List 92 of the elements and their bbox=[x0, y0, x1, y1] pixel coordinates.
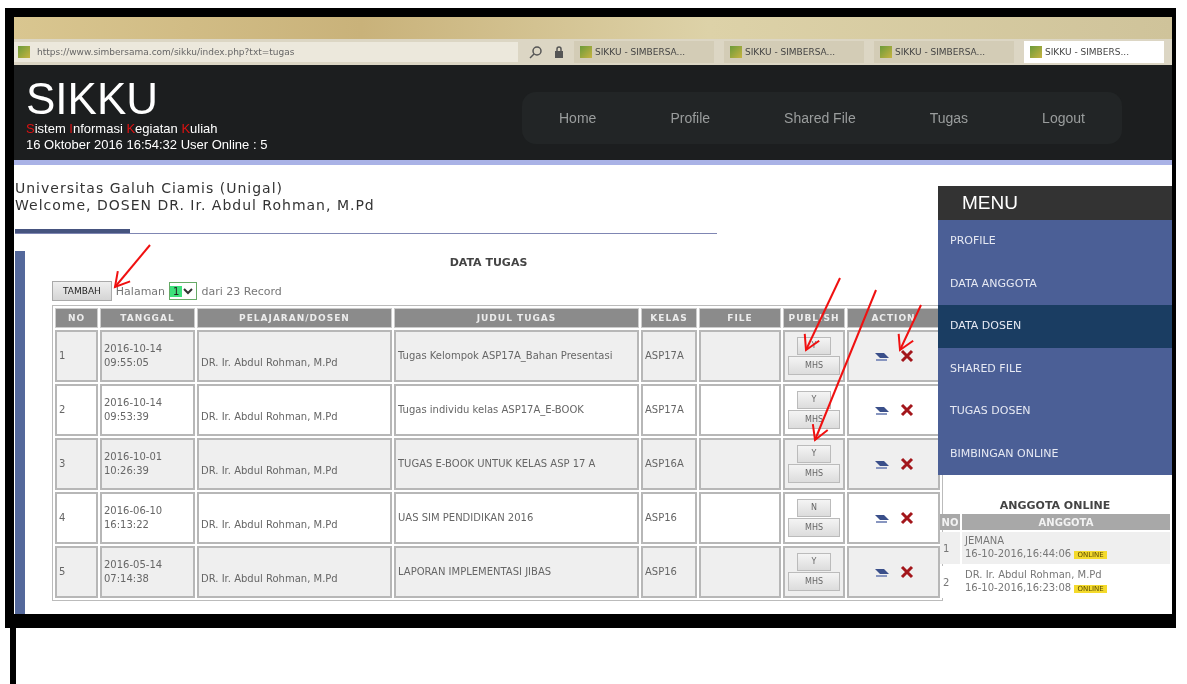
table-cell: 2016-05-14 07:14:38 bbox=[100, 546, 195, 598]
browser-tab[interactable]: SIKKU - SIMBERSA... bbox=[874, 41, 1014, 63]
nav-link[interactable]: Tugas bbox=[929, 110, 969, 126]
publish-button[interactable]: Y bbox=[797, 391, 831, 409]
column-header: NO bbox=[55, 308, 98, 328]
edit-icon[interactable] bbox=[873, 512, 890, 524]
publish-button[interactable]: Y bbox=[797, 445, 831, 463]
table-cell: ASP17A bbox=[641, 330, 697, 382]
column-header: PELAJARAN/DOSEN bbox=[197, 308, 392, 328]
table-cell: ASP16 bbox=[641, 546, 697, 598]
nav-link[interactable]: Profile bbox=[670, 110, 711, 126]
search-icon[interactable] bbox=[528, 45, 544, 59]
table-cell: Tugas individu kelas ASP17A_E-BOOK bbox=[394, 384, 639, 436]
site-logo: SIKKU bbox=[26, 77, 160, 121]
column-header: ACTION bbox=[847, 308, 940, 328]
students-button[interactable]: MHS bbox=[788, 464, 840, 483]
table-cell: UAS SIM PENDIDIKAN 2016 bbox=[394, 492, 639, 544]
annotation-arrow bbox=[113, 244, 151, 289]
table-cell: LAPORAN IMPLEMENTASI JIBAS bbox=[394, 546, 639, 598]
menu-item[interactable]: TUGAS DOSEN bbox=[938, 390, 1172, 433]
table-cell: 2016-10-01 10:26:39 bbox=[100, 438, 195, 490]
table-cell: 2016-10-14 09:55:05 bbox=[100, 330, 195, 382]
table-cell: 2 bbox=[55, 384, 98, 436]
menu-item[interactable]: PROFILE bbox=[938, 220, 1172, 263]
site-tagline: Sistem Informasi Kegiatan Kuliah bbox=[26, 121, 219, 137]
publish-button[interactable]: Y bbox=[797, 553, 831, 571]
edit-icon[interactable] bbox=[873, 404, 890, 416]
menu-item[interactable]: SHARED FILE bbox=[938, 347, 1172, 390]
students-button[interactable]: MHS bbox=[788, 572, 840, 591]
table-cell: DR. Ir. Abdul Rohman, M.Pd bbox=[197, 546, 392, 598]
login-time: 16-10-2016,16:44:06 bbox=[965, 548, 1072, 559]
table-title: DATA TUGAS bbox=[449, 256, 528, 271]
students-button[interactable]: MHS bbox=[788, 410, 840, 429]
edit-icon[interactable] bbox=[873, 566, 890, 578]
status-text: 16 Oktober 2016 16:54:32 User Online : 5 bbox=[26, 137, 268, 153]
delete-icon[interactable] bbox=[899, 511, 914, 525]
site-icon bbox=[18, 46, 30, 58]
institution-name: Universitas Galuh Ciamis (Unigal) bbox=[15, 180, 284, 197]
menu-item[interactable]: DATA ANGGOTA bbox=[938, 262, 1172, 305]
table-cell: Tugas Kelompok ASP17A_Bahan Presentasi bbox=[394, 330, 639, 382]
browser-tab[interactable]: SIKKU - SIMBERSA... bbox=[574, 41, 714, 63]
publish-button[interactable]: N bbox=[797, 499, 831, 517]
member-name: DR. Ir. Abdul Rohman, M.Pd bbox=[965, 568, 1103, 581]
table-cell: DR. Ir. Abdul Rohman, M.Pd bbox=[197, 384, 392, 436]
table-cell: DR. Ir. Abdul Rohman, M.Pd bbox=[197, 438, 392, 490]
caret-icon bbox=[182, 286, 195, 296]
menu-item[interactable]: DATA DOSEN bbox=[938, 305, 1172, 348]
login-time: 16-10-2016,16:23:08 bbox=[965, 582, 1072, 593]
online-title: ANGGOTA ONLINE bbox=[998, 499, 1112, 512]
nav-link[interactable]: Shared File bbox=[784, 110, 856, 126]
column-header: ANGGOTA bbox=[962, 514, 1170, 530]
delete-icon[interactable] bbox=[899, 403, 914, 417]
table-cell: 3 bbox=[55, 438, 98, 490]
member-name: JEMANA bbox=[965, 534, 1006, 547]
nav-link[interactable]: Home bbox=[559, 110, 597, 126]
column-header: KELAS bbox=[641, 308, 697, 328]
column-header: FILE bbox=[699, 308, 781, 328]
table-cell: 1 bbox=[940, 532, 960, 564]
students-button[interactable]: MHS bbox=[788, 356, 840, 375]
nav-link[interactable]: Logout bbox=[1042, 110, 1085, 126]
table-cell: 2016-06-10 16:13:22 bbox=[100, 492, 195, 544]
table-cell: TUGAS E-BOOK UNTUK KELAS ASP 17 A bbox=[394, 438, 639, 490]
column-header: JUDUL TUGAS bbox=[394, 308, 639, 328]
welcome-text: Welcome, DOSEN DR. Ir. Abdul Rohman, M.Pd bbox=[15, 197, 376, 214]
browser-tab[interactable]: SIKKU - SIMBERSA... bbox=[724, 41, 864, 63]
lock-icon bbox=[554, 45, 564, 59]
table-cell: 1 bbox=[55, 330, 98, 382]
address-bar[interactable]: https://www.simbersama.com/sikku/index.php?txt=tugas bbox=[14, 42, 518, 62]
table-cell: DR. Ir. Abdul Rohman, M.Pd bbox=[197, 492, 392, 544]
record-count: dari 23 Record bbox=[201, 284, 282, 298]
page-label: Halaman bbox=[115, 284, 166, 298]
table-cell: ASP16A bbox=[641, 438, 697, 490]
column-header: TANGGAL bbox=[100, 308, 195, 328]
table-cell: ASP17A bbox=[641, 384, 697, 436]
table-cell: DR. Ir. Abdul Rohman, M.Pd bbox=[197, 330, 392, 382]
table-cell: 4 bbox=[55, 492, 98, 544]
add-button[interactable]: TAMBAH bbox=[52, 281, 112, 301]
delete-icon[interactable] bbox=[899, 565, 914, 579]
table-cell: 5 bbox=[55, 546, 98, 598]
browser-tab[interactable]: SIKKU - SIMBERS... bbox=[1024, 41, 1164, 63]
menu-item[interactable]: BIMBINGAN ONLINE bbox=[938, 432, 1172, 475]
column-header: NO bbox=[940, 514, 960, 530]
edit-icon[interactable] bbox=[873, 458, 890, 470]
delete-icon[interactable] bbox=[899, 457, 914, 471]
page-select[interactable]: 1 bbox=[169, 282, 198, 300]
url-text: https://www.simbersama.com/sikku/index.php?txt=tugas bbox=[37, 47, 295, 57]
table-cell: ASP16 bbox=[641, 492, 697, 544]
edit-icon[interactable] bbox=[873, 350, 890, 362]
delete-icon[interactable] bbox=[899, 349, 914, 363]
menu-title: MENU bbox=[938, 186, 1172, 220]
table-cell: 2016-10-14 09:53:39 bbox=[100, 384, 195, 436]
students-button[interactable]: MHS bbox=[788, 518, 840, 537]
